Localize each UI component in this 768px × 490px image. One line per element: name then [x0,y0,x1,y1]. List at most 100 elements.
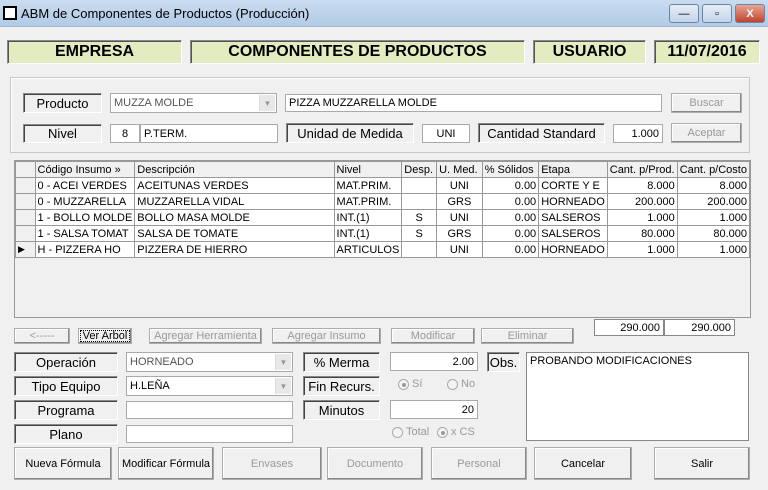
buscar-button[interactable]: Buscar [671,93,742,113]
column-header[interactable]: Cant. p/Costo [676,161,751,178]
row-indicator[interactable] [15,177,36,194]
current-row-icon[interactable]: ▶ [15,241,36,258]
nivel-field[interactable]: 8 [110,124,140,143]
table-cell[interactable] [401,177,438,194]
table-cell[interactable]: PIZZERA DE HIERRO [134,241,335,258]
table-cell[interactable]: 1 - BOLLO MOLDE [34,209,136,226]
column-header[interactable]: Código Insumo » [34,161,136,178]
components-grid[interactable]: Código Insumo » Descripción Nivel Desp. U. M… [14,160,751,318]
nueva-formula-button[interactable]: Nueva Fórmula [14,447,112,480]
modificar-button[interactable]: Modificar [391,328,475,344]
agregar-insumo-button[interactable]: Agregar Insumo [272,328,381,344]
envases-button[interactable]: Envases [222,447,322,480]
aceptar-button[interactable]: Aceptar [671,123,742,143]
documento-button[interactable]: Documento [327,447,423,480]
cantidad-field[interactable]: 1.000 [613,124,663,143]
close-button[interactable]: X [735,4,765,23]
table-cell[interactable]: S [401,225,438,242]
table-cell[interactable]: GRS [436,225,483,242]
table-cell[interactable]: ACEITUNAS VERDES [134,177,335,194]
unidad-field[interactable]: UNI [422,124,470,143]
eliminar-button[interactable]: Eliminar [481,328,574,344]
fin-recurs-si-radio[interactable]: Sí [398,378,422,390]
table-cell[interactable]: SALSEROS [538,209,608,226]
minimize-button[interactable]: — [669,4,699,23]
table-cell[interactable]: INT.(1) [333,209,403,226]
column-header[interactable]: Descripción [134,161,335,178]
table-row[interactable]: 1 - SALSA TOMAT SALSA DE TOMATE INT.(1) S GR… [15,225,751,242]
minutos-field[interactable]: 20 [390,400,478,419]
table-cell[interactable]: 0 - MUZZARELLA [34,193,136,210]
table-cell[interactable]: ARTICULOS [333,241,403,258]
maximize-button[interactable]: ▫ [702,4,732,23]
table-cell[interactable]: 0.00 [481,225,540,242]
producto-combo[interactable]: MUZZA MOLDE ▼ [110,93,277,113]
table-cell[interactable] [401,193,438,210]
tipo-equipo-combo[interactable]: H.LEÑA ▼ [126,376,293,396]
column-header[interactable]: % Sólidos [481,161,540,178]
table-cell[interactable]: MUZZARELLA VIDAL [134,193,335,210]
table-cell[interactable] [401,241,438,258]
table-cell[interactable]: MAT.PRIM. [333,177,403,194]
chevron-down-icon[interactable]: ▼ [275,354,291,370]
table-row[interactable]: 0 - ACEI VERDES ACEITUNAS VERDES MAT.PRIM.… [15,177,751,194]
producto-description-field[interactable]: PIZZA MUZZARELLA MOLDE [285,94,662,112]
table-cell[interactable]: 1 - SALSA TOMAT [34,225,136,242]
ver-arbol-button[interactable]: Ver Arbol [78,328,132,344]
table-cell[interactable]: SALSEROS [538,225,608,242]
nivel-name-field[interactable]: P.TERM. [140,124,278,143]
operacion-combo[interactable]: HORNEADO ▼ [126,352,293,372]
xcs-radio[interactable]: x CS [437,426,475,438]
column-header[interactable]: Cant. p/Prod. [606,161,678,178]
table-cell[interactable]: 0.00 [481,177,540,194]
table-cell[interactable]: 1.000 [606,209,678,226]
table-cell[interactable]: SALSA DE TOMATE [134,225,335,242]
personal-button[interactable]: Personal [431,447,527,480]
fin-recurs-no-radio[interactable]: No [447,378,475,390]
table-cell[interactable]: UNI [436,241,483,258]
modificar-formula-button[interactable]: Modificar Fórmula [118,447,214,480]
row-indicator[interactable] [15,209,36,226]
table-cell[interactable]: H - PIZZERA HO [34,241,136,258]
chevron-down-icon[interactable]: ▼ [259,95,275,111]
back-button[interactable]: <----- [14,328,70,344]
table-cell[interactable]: 200.000 [606,193,678,210]
agregar-herramienta-button[interactable]: Agregar Herramienta [149,328,262,344]
table-row[interactable]: 1 - BOLLO MOLDE BOLLO MASA MOLDE INT.(1) S U… [15,209,751,226]
plano-field[interactable] [126,425,293,443]
salir-button[interactable]: Salir [654,447,750,480]
table-row[interactable]: 0 - MUZZARELLA MUZZARELLA VIDAL MAT.PRIM. G… [15,193,751,210]
column-header[interactable]: U. Med. [436,161,483,178]
table-cell[interactable]: 0.00 [481,209,540,226]
row-indicator[interactable] [15,225,36,242]
chevron-down-icon[interactable]: ▼ [275,378,291,394]
programa-field[interactable] [126,401,293,419]
table-cell[interactable]: 1.000 [676,241,751,258]
total-radio[interactable]: Total [392,426,429,438]
table-cell[interactable]: 80.000 [676,225,751,242]
table-cell[interactable]: 0 - ACEI VERDES [34,177,136,194]
table-cell[interactable]: 1.000 [606,241,678,258]
table-cell[interactable]: UNI [436,209,483,226]
column-header[interactable]: Nivel [333,161,403,178]
table-cell[interactable]: 0.00 [481,193,540,210]
cancelar-button[interactable]: Cancelar [534,447,632,480]
table-cell[interactable]: GRS [436,193,483,210]
table-cell[interactable]: 0.00 [481,241,540,258]
table-cell[interactable]: CORTE Y E [538,177,608,194]
table-cell[interactable]: 8.000 [676,177,751,194]
table-cell[interactable]: 200.000 [676,193,751,210]
table-cell[interactable]: HORNEADO [538,193,608,210]
table-cell[interactable]: UNI [436,177,483,194]
table-cell[interactable]: MAT.PRIM. [333,193,403,210]
table-cell[interactable]: HORNEADO [538,241,608,258]
column-header[interactable]: Etapa [538,161,608,178]
merma-field[interactable]: 2.00 [390,352,478,371]
row-indicator[interactable] [15,193,36,210]
obs-textarea[interactable]: PROBANDO MODIFICACIONES [526,352,749,441]
column-header[interactable]: Desp. [401,161,438,178]
table-cell[interactable]: 80.000 [606,225,678,242]
table-cell[interactable]: S [401,209,438,226]
table-row[interactable]: ▶ H - PIZZERA HO PIZZERA DE HIERRO ARTICULO… [15,241,751,258]
table-cell[interactable]: 8.000 [606,177,678,194]
